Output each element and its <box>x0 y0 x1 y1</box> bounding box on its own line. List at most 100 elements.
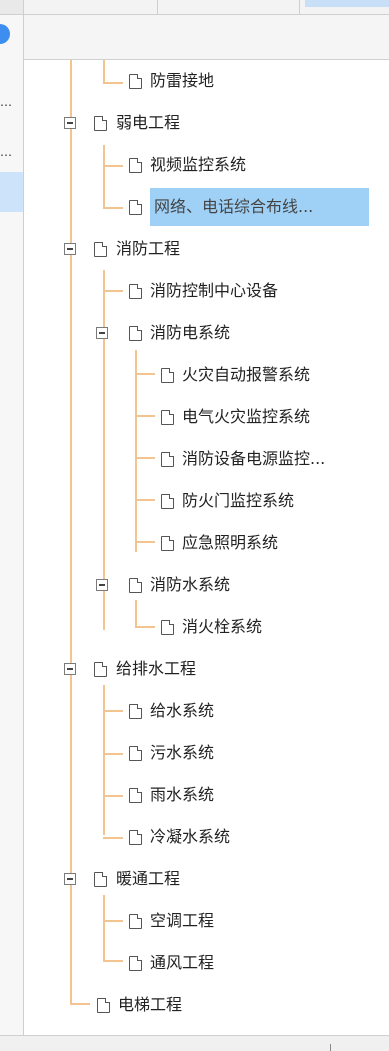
tree-node-label: 消防电系统 <box>150 323 231 342</box>
document-icon <box>161 620 174 635</box>
document-icon <box>94 662 107 677</box>
tree-node[interactable]: 污水系统 <box>126 734 389 772</box>
document-icon <box>161 494 174 509</box>
tree-node[interactable]: 网络、电话综合布线... <box>126 188 389 226</box>
collapse-icon[interactable] <box>64 117 76 129</box>
tree-node-label: 应急照明系统 <box>182 533 279 552</box>
tree-line <box>103 920 123 922</box>
tree-node[interactable]: 暖通工程 <box>64 860 389 898</box>
document-icon <box>129 704 142 719</box>
collapse-icon[interactable] <box>64 663 76 675</box>
tree-line <box>103 837 123 839</box>
tree-node[interactable]: 视频监控系统 <box>126 146 389 184</box>
document-icon <box>129 830 142 845</box>
collapse-icon[interactable] <box>64 243 76 255</box>
tree-node[interactable]: 消防设备电源监控... <box>158 440 389 478</box>
document-icon <box>129 788 142 803</box>
document-icon <box>129 284 142 299</box>
toolbar <box>24 15 389 60</box>
tree-node[interactable]: 冷凝水系统 <box>126 818 389 856</box>
tree-node[interactable]: 防火门监控系统 <box>158 482 389 520</box>
document-icon <box>161 452 174 467</box>
tree-node-label: 消防设备电源监控... <box>182 449 326 468</box>
tree-node-label: 视频监控系统 <box>150 155 247 174</box>
tree-line <box>103 145 105 207</box>
tree-node-label: 消防控制中心设备 <box>150 281 279 300</box>
tree-line <box>103 82 123 84</box>
tree-node-label: 暖通工程 <box>116 869 181 888</box>
document-icon <box>94 116 107 131</box>
tree-node-label: 防火门监控系统 <box>182 491 295 510</box>
tree-node[interactable]: 电气火灾监控系统 <box>158 398 389 436</box>
tree-node-label: 消防工程 <box>116 239 181 258</box>
tree-node[interactable]: 应急照明系统 <box>158 524 389 562</box>
document-icon <box>129 326 142 341</box>
tree-node-label-selected: 网络、电话综合布线... <box>150 188 369 226</box>
left-panel-selected-item[interactable] <box>0 172 23 212</box>
tree-node-label: 防雷接地 <box>150 71 215 90</box>
tree-line <box>103 710 123 712</box>
tree-node-label: 电梯工程 <box>118 995 183 1014</box>
tree-line <box>103 753 123 755</box>
tree-line <box>135 373 155 375</box>
tree-line <box>135 541 155 543</box>
tree-line <box>135 457 155 459</box>
tree-line <box>135 350 137 552</box>
tree-node[interactable]: 消防水系统 <box>96 566 389 604</box>
collapse-icon[interactable] <box>96 579 108 591</box>
document-icon <box>129 956 142 971</box>
document-icon <box>161 536 174 551</box>
tree-node-label: 火灾自动报警系统 <box>182 365 311 384</box>
tree-line <box>70 1003 90 1005</box>
tree-node[interactable]: 给水系统 <box>126 692 389 730</box>
document-icon <box>94 872 107 887</box>
document-icon <box>129 74 142 89</box>
collapse-icon[interactable] <box>96 327 108 339</box>
document-icon <box>161 410 174 425</box>
tree-node[interactable]: 弱电工程 <box>64 104 389 142</box>
tree-node-label: 给水系统 <box>150 701 215 720</box>
tree-node[interactable]: 雨水系统 <box>126 776 389 814</box>
tree-node[interactable]: 消火栓系统 <box>158 608 389 646</box>
tree-node[interactable]: 消防工程 <box>64 230 389 268</box>
tree-line <box>103 895 105 960</box>
tree-line <box>103 165 123 167</box>
tree-node-label: 雨水系统 <box>150 785 215 804</box>
tree-node[interactable]: 给排水工程 <box>64 650 389 688</box>
tree-node-label: 电气火灾监控系统 <box>182 407 311 426</box>
left-panel-header <box>0 0 23 15</box>
document-icon <box>129 914 142 929</box>
document-icon <box>129 200 142 215</box>
document-icon <box>97 998 110 1013</box>
tree-node[interactable]: 空调工程 <box>126 902 389 940</box>
tree-line <box>103 60 105 82</box>
tree-node-label: 空调工程 <box>150 911 215 930</box>
header-divider[interactable] <box>157 0 158 14</box>
status-bar <box>0 1035 389 1051</box>
left-panel-item-ellipsis[interactable]: … <box>0 146 14 158</box>
document-icon <box>129 746 142 761</box>
tree-line <box>103 960 123 962</box>
tree-node-label: 消火栓系统 <box>182 617 263 636</box>
document-icon <box>94 242 107 257</box>
header-divider[interactable] <box>299 0 300 14</box>
tree-line <box>135 499 155 501</box>
tree-node-label: 污水系统 <box>150 743 215 762</box>
tree-node[interactable]: 通风工程 <box>126 944 389 982</box>
tree-node[interactable]: 消防控制中心设备 <box>126 272 389 310</box>
tree-line <box>103 795 123 797</box>
tree-node-label: 通风工程 <box>150 953 215 972</box>
collapse-icon[interactable] <box>64 873 76 885</box>
document-icon <box>129 578 142 593</box>
header-selected-cell[interactable] <box>305 0 389 7</box>
tree-node-label: 消防水系统 <box>150 575 231 594</box>
tree-node[interactable]: 火灾自动报警系统 <box>158 356 389 394</box>
tree-view: 防雷接地 弱电工程 视频监控系统 网络、电话综合布线... 消防工程 消防控制中… <box>24 60 389 1035</box>
tree-line <box>103 685 105 835</box>
tree-node-label: 弱电工程 <box>116 113 181 132</box>
tree-node-label: 给排水工程 <box>116 659 197 678</box>
tree-node[interactable]: 消防电系统 <box>96 314 389 352</box>
left-panel-item-ellipsis[interactable]: … <box>0 96 14 108</box>
tree-node[interactable]: 防雷接地 <box>126 62 389 100</box>
tree-node[interactable]: 电梯工程 <box>94 986 389 1024</box>
